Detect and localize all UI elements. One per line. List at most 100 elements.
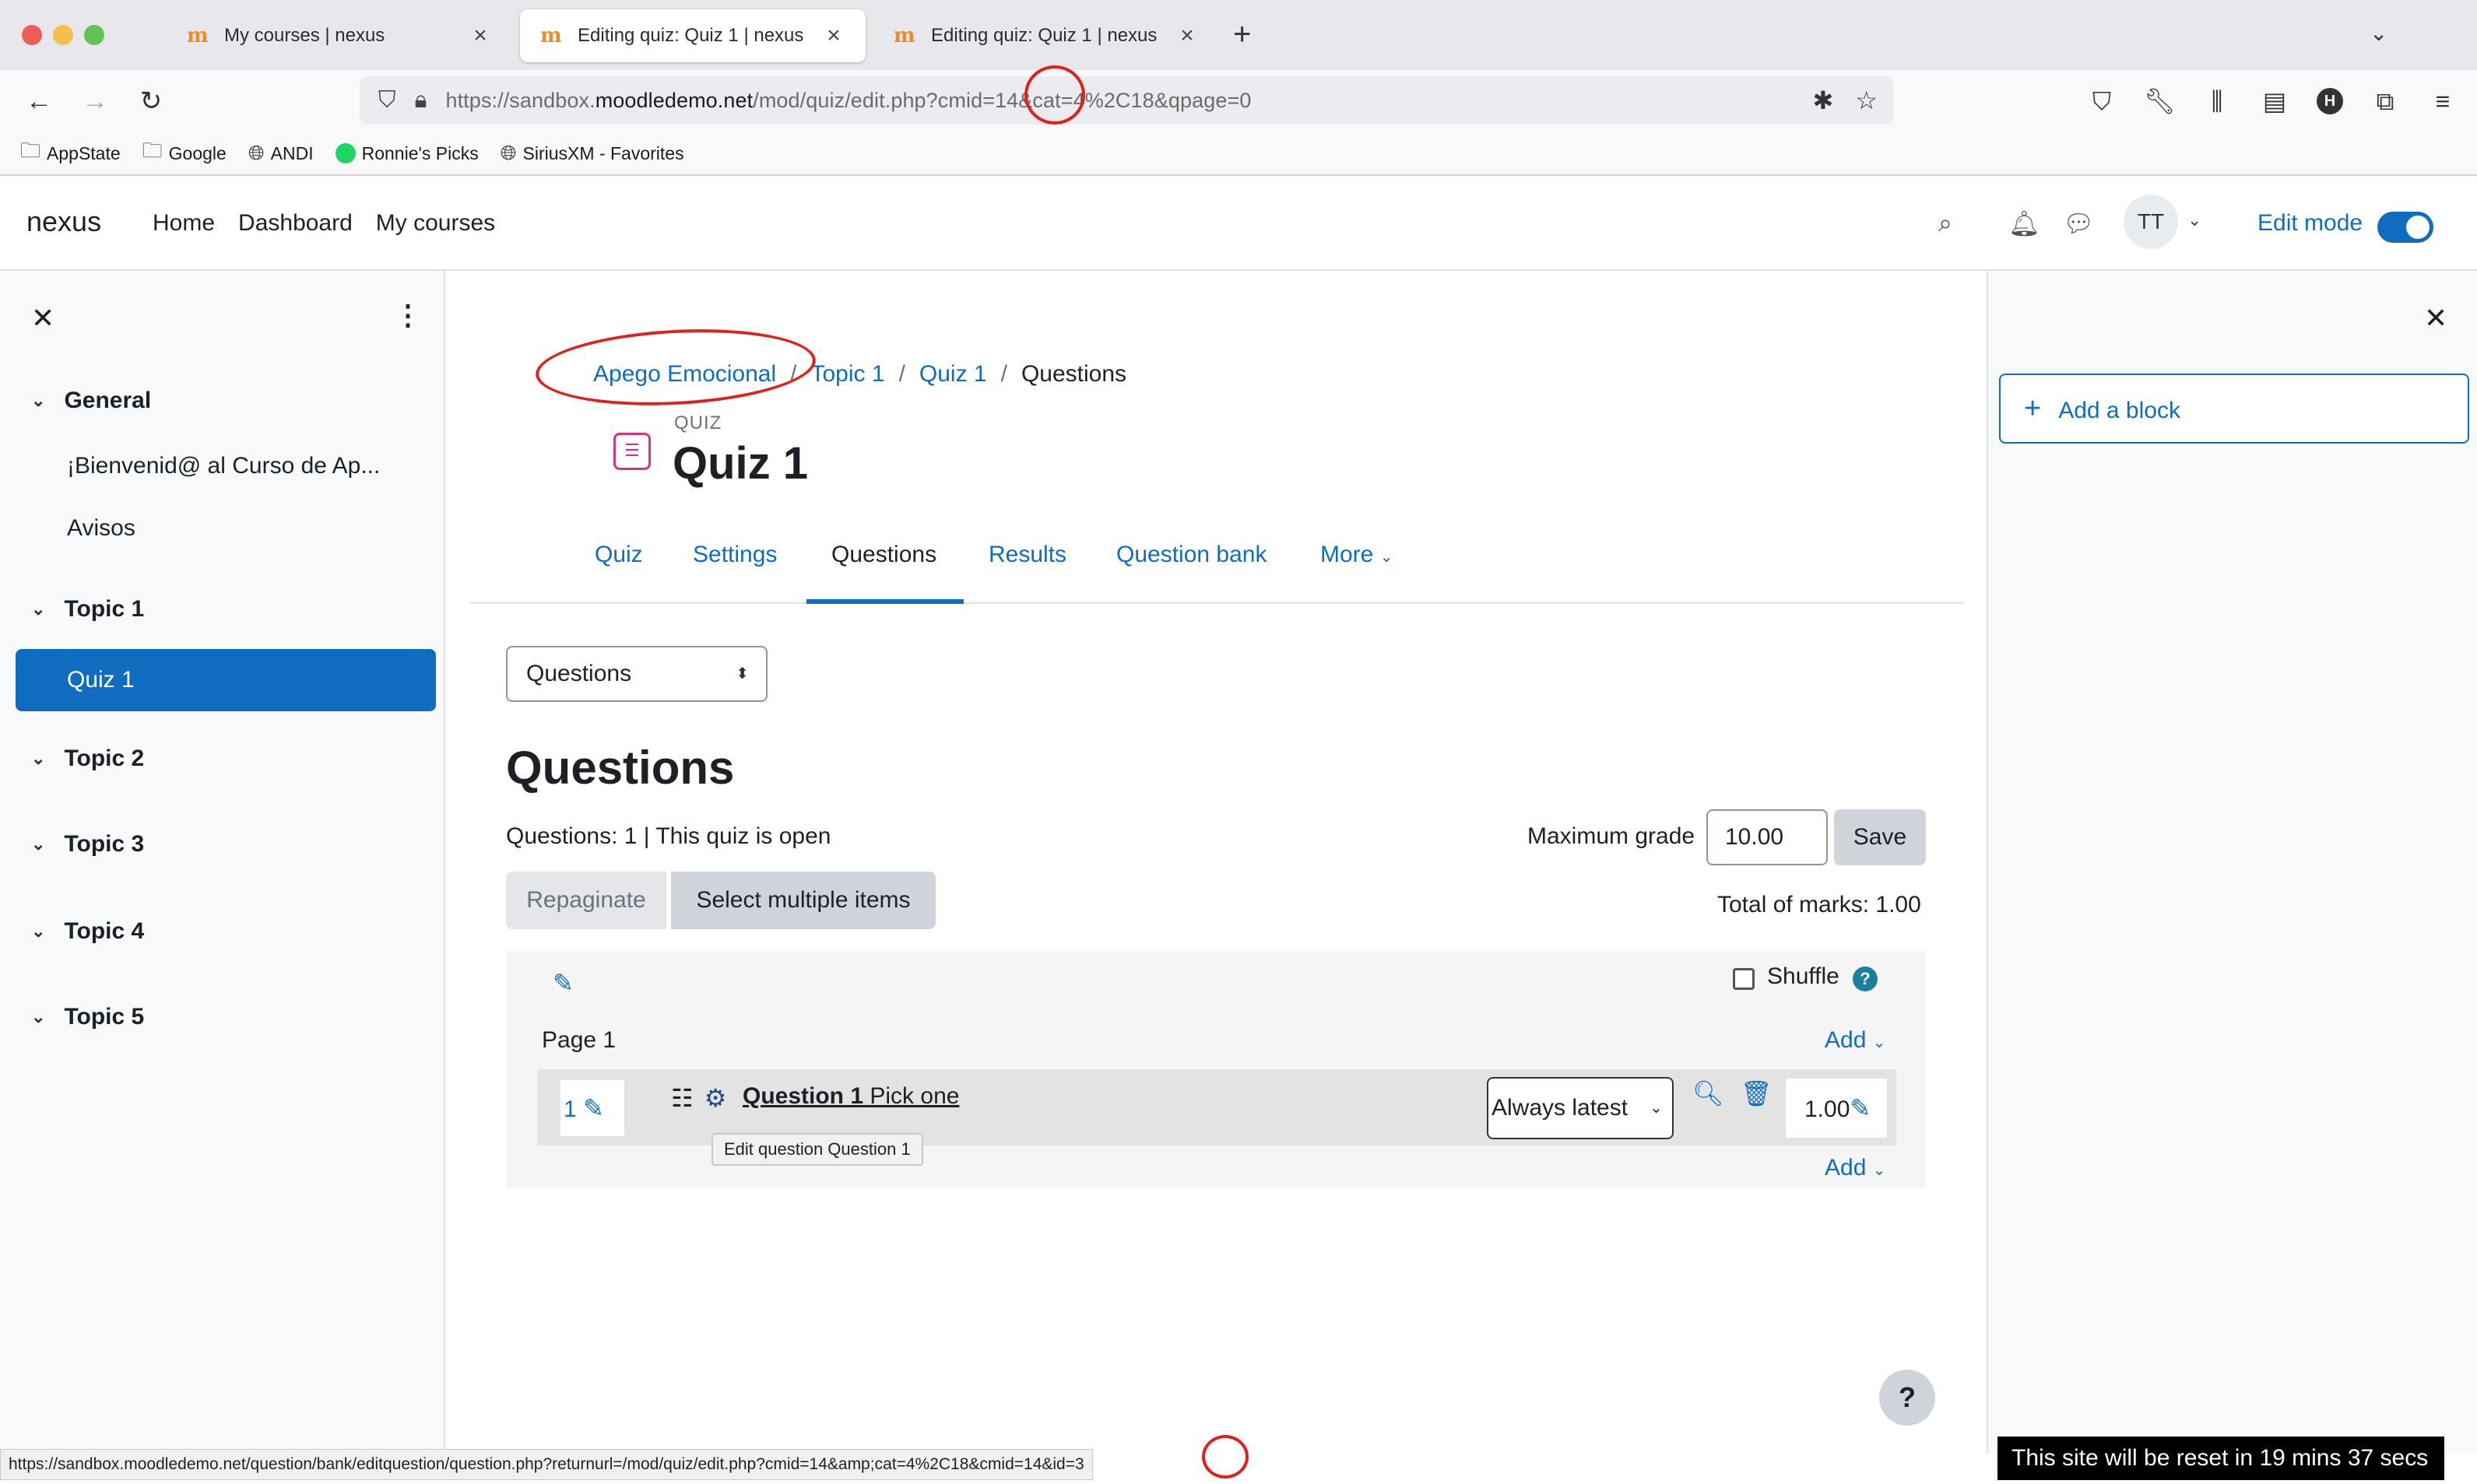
site-reset-banner: This site will be reset in 19 mins 37 se… (1997, 1437, 2444, 1480)
chevron-down-icon[interactable]: ⌄ (31, 391, 45, 411)
folder-icon: 🗀 (20, 139, 41, 162)
messages-icon[interactable]: 💬︎ (2063, 209, 2095, 238)
reader-view-icon[interactable]: ▤ (2259, 82, 2290, 120)
back-arrow-icon[interactable]: ← (20, 82, 58, 120)
tab-settings[interactable]: Settings (693, 542, 777, 568)
new-tab-icon[interactable]: + (1233, 17, 1251, 52)
window-minimize-button[interactable] (53, 25, 73, 45)
questions-page-select[interactable]: Questions ⬍ (506, 646, 768, 702)
extensions-icon[interactable]: ⧉ (2370, 82, 2401, 120)
bookmark-ronnies-picks[interactable]: Ronnie's Picks (335, 143, 479, 164)
chevron-down-icon[interactable]: ⌄ (31, 921, 45, 942)
chevron-down-icon[interactable]: ⌄ (2187, 210, 2201, 230)
window-zoom-button[interactable] (84, 25, 104, 45)
preview-zoom-icon[interactable]: 🔍︎ (1692, 1079, 1724, 1108)
tab-questions[interactable]: Questions (831, 542, 936, 568)
question-text: Pick one (870, 1083, 960, 1109)
add-question-link-bottom[interactable]: Add ⌄ (1825, 1155, 1886, 1181)
tab-more[interactable]: More ⌄ (1320, 542, 1393, 568)
shuffle-checkbox[interactable] (1733, 968, 1755, 990)
question-name-link[interactable]: Question 1 Pick one (743, 1083, 959, 1110)
pocket-icon[interactable]: ⛉ (2086, 82, 2117, 120)
bookmark-appstate[interactable]: 🗀 AppState (20, 136, 121, 170)
gear-icon[interactable]: ⚙ (704, 1083, 727, 1113)
kebab-menu-icon[interactable]: ⋮ (394, 299, 422, 332)
chevron-down-icon[interactable]: ⌄ (31, 1007, 45, 1027)
tab-question-bank[interactable]: Question bank (1116, 542, 1267, 568)
help-question-icon[interactable]: ? (1853, 967, 1878, 991)
browser-tab[interactable]: m Editing quiz: Quiz 1 | nexus × (873, 9, 1219, 62)
library-icon[interactable]: ⫼ (2201, 82, 2233, 120)
multichoice-list-icon: ☷ (671, 1084, 694, 1112)
tab-close-icon[interactable]: × (469, 23, 492, 49)
question-type-icons: ☷ ⚙ (671, 1083, 726, 1113)
reload-icon[interactable]: ↻ (132, 82, 170, 120)
edit-mode-toggle[interactable] (2377, 212, 2433, 243)
link-status-url: https://sandbox.moodledemo.net/question/… (0, 1449, 1093, 1480)
menu-icon[interactable]: ≡ (2427, 82, 2458, 120)
bookmark-siriusxm[interactable]: 🌐︎ SiriusXM - Favorites (501, 141, 684, 166)
close-block-drawer-icon[interactable]: ✕ (2424, 302, 2447, 335)
repaginate-button[interactable]: Repaginate (506, 872, 666, 929)
block-drawer: ✕ + Add a block (1987, 271, 2477, 1454)
edit-mark-pencil-icon[interactable]: ✎ (1850, 1094, 1871, 1122)
section-title: Topic 3 (64, 831, 145, 857)
nav-home[interactable]: Home (153, 210, 215, 237)
window-close-button[interactable] (22, 25, 42, 45)
notification-bell-icon[interactable]: 🔔︎ (2008, 209, 2040, 238)
activity-bienvenida[interactable]: ¡Bienvenid@ al Curso de Ap... (67, 453, 380, 479)
bookmark-google[interactable]: 🗀 Google (142, 136, 227, 170)
section-topic-5[interactable]: ⌄ Topic 5 (31, 1004, 144, 1030)
user-avatar[interactable]: TT (2124, 195, 2178, 249)
chevron-down-icon[interactable]: ⌄ (31, 599, 45, 619)
section-topic-3[interactable]: ⌄ Topic 3 (31, 831, 144, 858)
shield-icon[interactable]: ⛉ (378, 87, 396, 114)
nav-dashboard[interactable]: Dashboard (238, 210, 353, 237)
chevron-down-icon[interactable]: ⌄ (31, 834, 45, 854)
section-topic-1[interactable]: ⌄ Topic 1 (31, 596, 144, 623)
section-topic-2[interactable]: ⌄ Topic 2 (31, 746, 144, 772)
question-version-select[interactable]: Always latest ⌄ (1487, 1077, 1674, 1139)
wrench-icon[interactable]: 🔧︎ (2144, 82, 2176, 120)
lock-icon[interactable]: 🔒︎ (415, 87, 427, 114)
breadcrumb-topic[interactable]: Topic 1 (811, 361, 885, 388)
section-general[interactable]: ⌄ General (31, 388, 151, 414)
bookmark-star-icon[interactable]: ☆ (1855, 86, 1878, 115)
select-multiple-items-button[interactable]: Select multiple items (671, 872, 936, 929)
tab-results[interactable]: Results (989, 542, 1066, 568)
browser-tab[interactable]: m My courses | nexus × (167, 9, 512, 62)
breadcrumb-quiz[interactable]: Quiz 1 (919, 361, 987, 388)
activity-quiz-1-active[interactable]: Quiz 1 (16, 649, 436, 711)
save-button[interactable]: Save (1834, 809, 1926, 865)
breadcrumb-course[interactable]: Apego Emocional (593, 361, 776, 388)
add-block-button[interactable]: + Add a block (1999, 374, 2469, 444)
site-brand[interactable]: nexus (26, 205, 101, 238)
edit-pencil-icon[interactable]: ✎ (583, 1094, 604, 1122)
search-icon[interactable]: ⌕ (1938, 209, 1952, 238)
trash-icon[interactable]: 🗑︎ (1741, 1079, 1773, 1108)
primary-navigation: Home Dashboard My courses (153, 210, 495, 237)
bookmark-andi[interactable]: 🌐︎ ANDI (248, 141, 314, 166)
url-text[interactable]: https://sandbox.moodledemo.net/mod/quiz/… (445, 89, 1251, 113)
forward-arrow-icon[interactable]: → (76, 82, 114, 120)
close-drawer-icon[interactable]: ✕ (31, 302, 54, 335)
maximum-grade-input[interactable]: 10.00 (1706, 809, 1828, 865)
activity-type-label: QUIZ (674, 412, 722, 433)
profile-icon[interactable]: H (2317, 88, 2343, 114)
activity-avisos[interactable]: Avisos (67, 515, 135, 542)
tab-quiz[interactable]: Quiz (595, 542, 643, 568)
nav-my-courses[interactable]: My courses (376, 210, 495, 237)
bug-icon[interactable]: ✱ (1813, 86, 1834, 115)
address-bar[interactable]: ⛉ 🔒︎ https://sandbox.moodledemo.net/mod/… (360, 76, 1893, 125)
tab-close-icon[interactable]: × (822, 23, 845, 49)
chevron-down-icon[interactable]: ⌄ (31, 749, 45, 769)
section-topic-4[interactable]: ⌄ Topic 4 (31, 918, 144, 945)
tab-list-chevron-icon[interactable]: ⌄ (2370, 20, 2387, 46)
add-question-link-top[interactable]: Add ⌄ (1825, 1027, 1886, 1054)
question-number-box[interactable]: 1 ✎ (560, 1080, 624, 1136)
browser-tab-active[interactable]: m Editing quiz: Quiz 1 | nexus × (520, 9, 866, 62)
help-button[interactable]: ? (1879, 1370, 1935, 1426)
tab-close-icon[interactable]: × (1175, 23, 1199, 49)
edit-section-pencil-icon[interactable]: ✎ (553, 968, 574, 998)
question-mark-box[interactable]: 1.00✎ (1786, 1079, 1887, 1138)
